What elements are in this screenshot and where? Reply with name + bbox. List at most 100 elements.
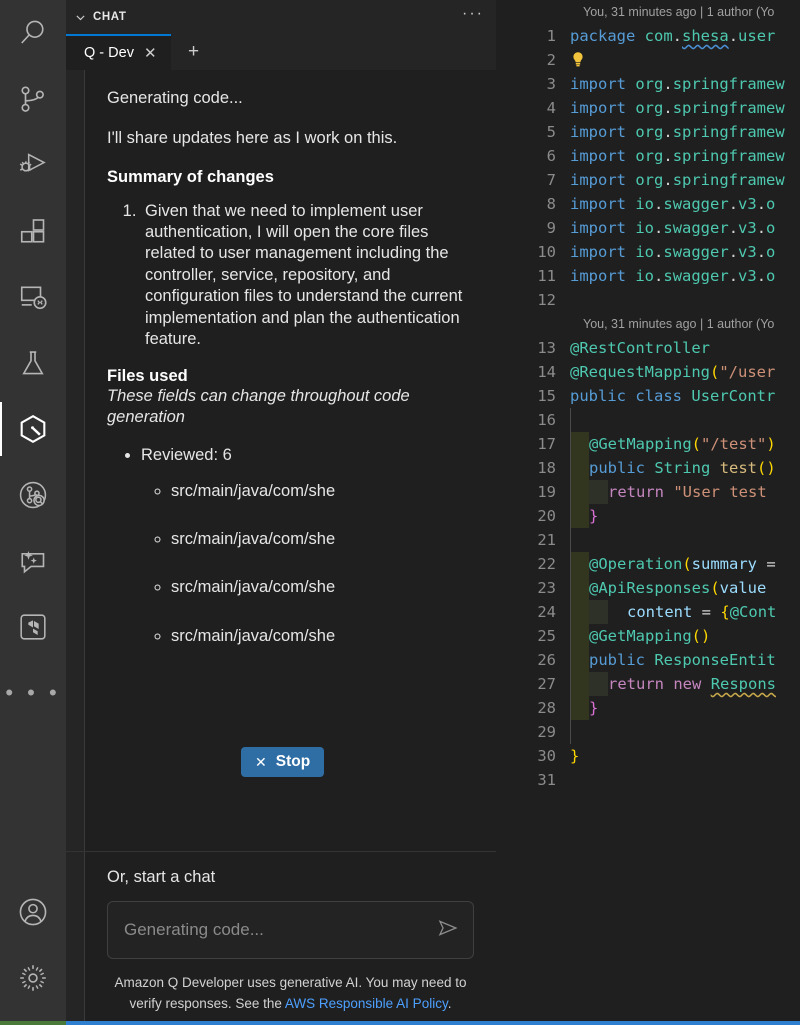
- code-line-8[interactable]: 8 import io.swagger.v3.o: [496, 192, 800, 216]
- accounts-icon: [17, 896, 49, 928]
- code-line-29[interactable]: 29: [496, 720, 800, 744]
- summary-heading: Summary of changes: [107, 168, 474, 187]
- code-line-20[interactable]: 20 }: [496, 504, 800, 528]
- code-line-3[interactable]: 3 import org.springframew: [496, 72, 800, 96]
- close-icon[interactable]: ✕: [144, 46, 157, 61]
- line-number: 22: [496, 552, 569, 576]
- code-line-17[interactable]: 17 @GetMapping("/test"): [496, 432, 800, 456]
- search-icon: [18, 18, 48, 48]
- code-line-28[interactable]: 28 }: [496, 696, 800, 720]
- line-number: 21: [496, 528, 569, 552]
- code-line-18[interactable]: 18 public String test(): [496, 456, 800, 480]
- code-line-4[interactable]: 4 import org.springframew: [496, 96, 800, 120]
- close-icon: ✕: [255, 754, 267, 771]
- code-line-30[interactable]: 30 }: [496, 744, 800, 768]
- code-text: @GetMapping("/test"): [569, 432, 800, 456]
- code-line-16[interactable]: 16: [496, 408, 800, 432]
- terraform-icon: [17, 611, 49, 643]
- line-number: 20: [496, 504, 569, 528]
- chat-tab-bar: Q - Dev ✕ +: [66, 34, 496, 70]
- sidebar-item-source-control[interactable]: [0, 66, 66, 132]
- sidebar-item-amazon-q[interactable]: [0, 396, 66, 462]
- quick-fix-lightbulb[interactable]: [569, 48, 800, 72]
- files-used-heading: Files used: [107, 367, 474, 386]
- code-text: import org.springframew: [569, 72, 800, 96]
- code-line-2[interactable]: 2: [496, 48, 800, 72]
- sidebar-item-testing[interactable]: [0, 330, 66, 396]
- sidebar-item-run-and-debug[interactable]: [0, 132, 66, 198]
- tab-q-dev[interactable]: Q - Dev ✕: [66, 34, 171, 70]
- send-icon[interactable]: [437, 917, 459, 944]
- line-number: 5: [496, 120, 569, 144]
- accounts-button[interactable]: [0, 879, 66, 945]
- stop-button-label: Stop: [276, 753, 310, 771]
- line-number: 1: [496, 24, 569, 48]
- sidebar-item-extensions[interactable]: [0, 198, 66, 264]
- code-line-12[interactable]: 12: [496, 288, 800, 312]
- line-number: 26: [496, 648, 569, 672]
- list-item[interactable]: src/main/java/com/she: [171, 577, 474, 598]
- aws-responsible-ai-policy-link[interactable]: AWS Responsible AI Policy: [285, 996, 448, 1011]
- code-line-27[interactable]: 27 return new Respons: [496, 672, 800, 696]
- chat-scroll-area: Generating code... I'll share updates he…: [85, 70, 496, 684]
- chevron-down-icon[interactable]: [74, 11, 87, 24]
- sidebar-item-remote-explorer[interactable]: [0, 264, 66, 330]
- code-line-15[interactable]: 15 public class UserContr: [496, 384, 800, 408]
- line-number: 10: [496, 240, 569, 264]
- files-reviewed-list: Reviewed: 6 src/main/java/com/she src/ma…: [141, 445, 474, 647]
- code-text: [569, 528, 800, 552]
- line-number: 12: [496, 288, 569, 312]
- sidebar-item-git-graph[interactable]: [0, 462, 66, 528]
- code-text: import io.swagger.v3.o: [569, 240, 800, 264]
- code-text: @RequestMapping("/user: [569, 360, 800, 384]
- code-line-5[interactable]: 5 import org.springframew: [496, 120, 800, 144]
- settings-button[interactable]: [0, 945, 66, 1011]
- code-line-26[interactable]: 26 public ResponseEntit: [496, 648, 800, 672]
- chat-input[interactable]: [124, 920, 437, 940]
- file-path-list: src/main/java/com/she src/main/java/com/…: [171, 481, 474, 648]
- code-text: @Operation(summary =: [569, 552, 800, 576]
- status-bar-main[interactable]: [66, 1021, 800, 1025]
- code-text: [569, 720, 800, 744]
- list-item[interactable]: src/main/java/com/she: [171, 529, 474, 550]
- status-bar-remote-indicator[interactable]: [0, 1021, 66, 1025]
- sidebar-item-chat-sparkle[interactable]: [0, 528, 66, 594]
- line-number: 9: [496, 216, 569, 240]
- list-item[interactable]: src/main/java/com/she: [171, 626, 474, 647]
- code-line-10[interactable]: 10 import io.swagger.v3.o: [496, 240, 800, 264]
- code-line-23[interactable]: 23 @ApiResponses(value: [496, 576, 800, 600]
- source-control-icon: [18, 84, 48, 114]
- panel-more-actions-icon[interactable]: ···: [462, 9, 484, 25]
- code-text: return new Respons: [569, 672, 800, 696]
- chat-input-container[interactable]: [107, 901, 474, 959]
- line-number: 7: [496, 168, 569, 192]
- code-text: }: [569, 696, 800, 720]
- code-line-6[interactable]: 6 import org.springframew: [496, 144, 800, 168]
- new-chat-tab-button[interactable]: +: [171, 34, 217, 70]
- sidebar-item-terraform[interactable]: [0, 594, 66, 660]
- activity-bar: • • •: [0, 0, 66, 1025]
- code-line-1[interactable]: 1 package com.shesa.user: [496, 24, 800, 48]
- more-views-icon: • • •: [5, 682, 60, 704]
- git-blame-annotation: You, 31 minutes ago | 1 author (Yo: [496, 0, 800, 24]
- sidebar-item-search[interactable]: [0, 0, 66, 66]
- stop-button[interactable]: ✕ Stop: [241, 747, 324, 777]
- code-line-22[interactable]: 22 @Operation(summary =: [496, 552, 800, 576]
- code-line-31[interactable]: 31: [496, 768, 800, 792]
- code-line-7[interactable]: 7 import org.springframew: [496, 168, 800, 192]
- code-line-9[interactable]: 9 import io.swagger.v3.o: [496, 216, 800, 240]
- line-number: 29: [496, 720, 569, 744]
- code-line-14[interactable]: 14 @RequestMapping("/user: [496, 360, 800, 384]
- sidebar-item-more[interactable]: • • •: [0, 660, 66, 726]
- lightbulb-icon[interactable]: [571, 51, 585, 69]
- list-item[interactable]: src/main/java/com/she: [171, 481, 474, 502]
- list-item: Given that we need to implement user aut…: [141, 201, 474, 351]
- code-line-25[interactable]: 25 @GetMapping(): [496, 624, 800, 648]
- code-line-21[interactable]: 21: [496, 528, 800, 552]
- code-line-19[interactable]: 19 return "User test: [496, 480, 800, 504]
- code-editor[interactable]: You, 31 minutes ago | 1 author (Yo 1 pac…: [496, 0, 800, 1025]
- code-line-13[interactable]: 13 @RestController: [496, 336, 800, 360]
- code-line-11[interactable]: 11 import io.swagger.v3.o: [496, 264, 800, 288]
- code-line-24[interactable]: 24 content = {@Cont: [496, 600, 800, 624]
- code-text: @ApiResponses(value: [569, 576, 800, 600]
